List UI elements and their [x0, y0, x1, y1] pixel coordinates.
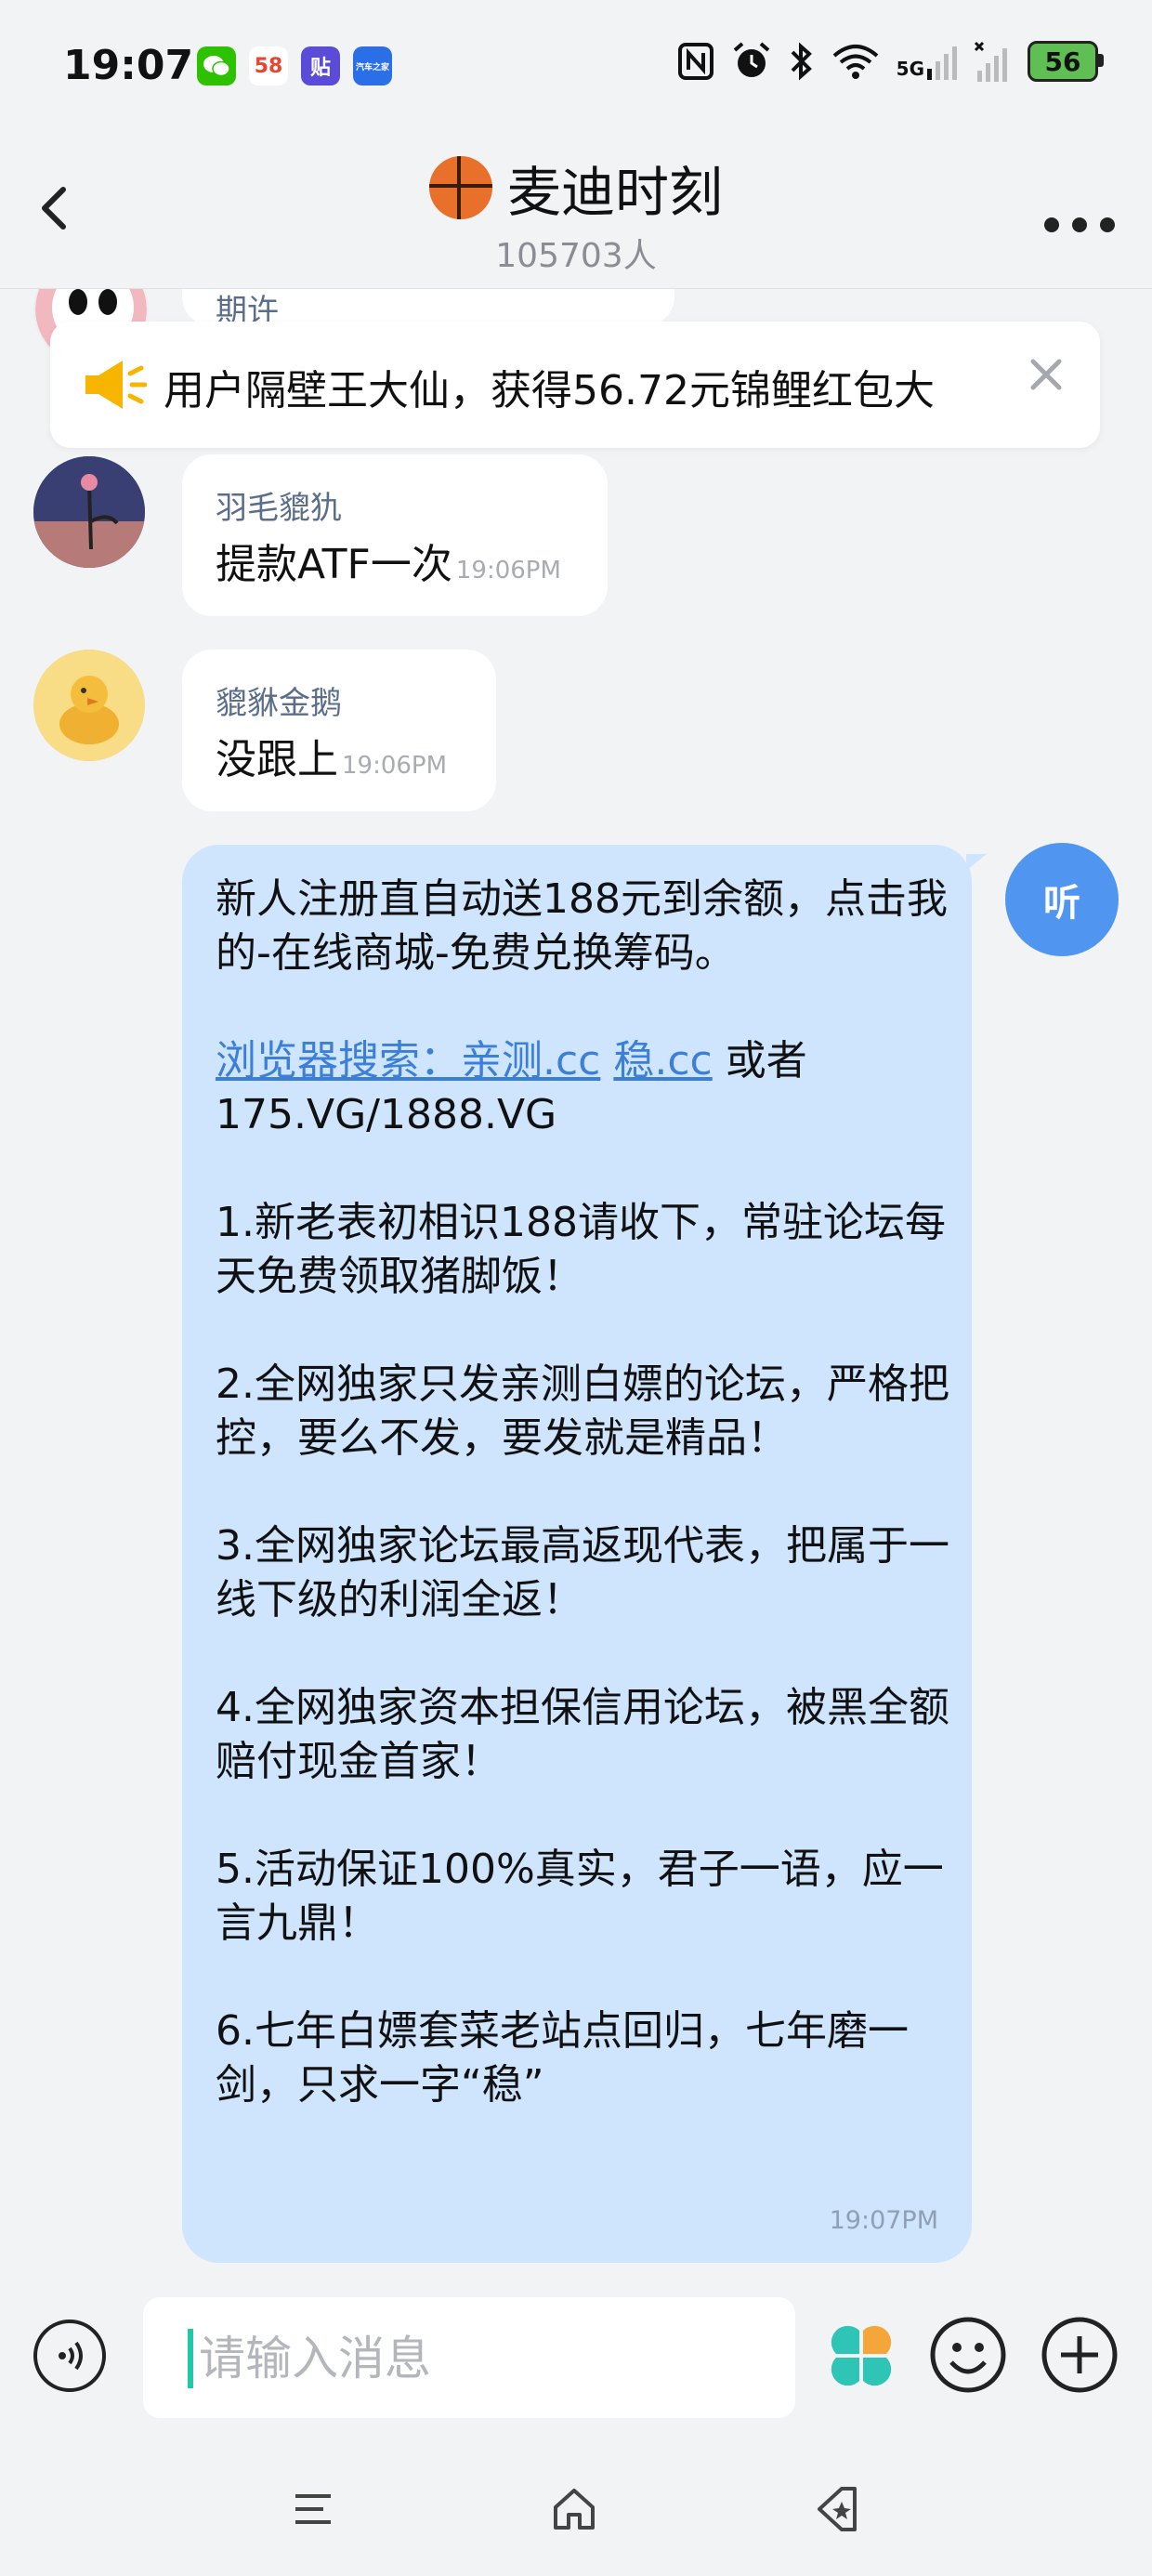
voice-icon [59, 2341, 83, 2371]
basketball-icon [428, 156, 492, 219]
avatar-golden-duck[interactable] [33, 650, 145, 761]
battery-indicator: 56 [1028, 41, 1104, 82]
signal-no-service-icon [974, 41, 1007, 82]
clover-apps-icon [831, 2325, 892, 2386]
plus-icon [1041, 2317, 1118, 2393]
message-input-wrapper[interactable] [143, 2297, 795, 2418]
smiley-icon [930, 2317, 1006, 2393]
text-caret [188, 2329, 193, 2388]
member-count: 105703人 [495, 237, 657, 275]
menu-icon [295, 2494, 331, 2524]
own-message-time: 19:07PM [829, 2206, 938, 2235]
back-star-icon [818, 2487, 857, 2531]
apps-button[interactable] [823, 2318, 899, 2394]
home-icon [554, 2489, 595, 2530]
chat-title: 麦迪时刻 [506, 161, 723, 224]
message-bubble[interactable]: 羽毛貔犰 提款ATF一次 19:06PM [182, 454, 608, 616]
own-message-line: 新人注册直自动送188元到余额，点击我的-在线商城-免费兑换筹码。 [216, 875, 948, 977]
message-text: 没跟上 [216, 736, 338, 783]
chat-header: 麦迪时刻 105703人 [0, 139, 1152, 289]
listen-button[interactable]: 听 [1005, 843, 1119, 956]
nav-menu-button[interactable] [290, 2483, 342, 2535]
nfc-icon [677, 43, 713, 80]
message-time: 19:06PM [455, 557, 561, 585]
own-message-text: 新人注册直自动送188元到余额，点击我的-在线商城-免费兑换筹码。 浏览器搜索：… [216, 873, 949, 2166]
autohome-app-icon: 汽车之家 [353, 46, 392, 85]
emoji-button[interactable] [929, 2316, 1007, 2394]
wifi-icon [832, 45, 878, 79]
own-message-line: 1.新老表初相识188请收下，常驻论坛每天免费领取猪脚饭！ [216, 1199, 946, 1300]
chat-title-area[interactable]: 麦迪时刻 105703人 [0, 149, 1152, 277]
system-navigation-bar [0, 2437, 1152, 2576]
signal-5g-icon: 5G [897, 43, 957, 80]
wechat-icon [197, 46, 236, 85]
own-message-bubble[interactable]: 新人注册直自动送188元到余额，点击我的-在线商城-免费兑换筹码。 浏览器搜索：… [182, 845, 987, 2263]
search-link[interactable]: 浏览器搜索：亲测.cc [216, 1037, 600, 1084]
message-input[interactable] [197, 2316, 758, 2401]
close-icon [1030, 359, 1062, 390]
close-notice-button[interactable] [1026, 348, 1067, 408]
58-app-icon: 58 [249, 46, 288, 85]
nav-home-button[interactable] [548, 2483, 600, 2535]
own-message-line: 6.七年白嫖套菜老站点回归，七年磨一剑，只求一字“稳” [216, 2007, 909, 2109]
own-message-line: 3.全网独家论坛最高返现代表，把属于一线下级的利润全返！ [216, 1522, 949, 1623]
message-list[interactable]: 期许 用户隔壁王大仙，获得56.72元锦鲤红包大 羽毛貔犰 提款ATF一次 19:… [0, 289, 1152, 2278]
message-content: 没跟上 19:06PM [216, 726, 447, 785]
own-message-line: 4.全网独家资本担保信用论坛，被黑全额赔付现金首家！ [216, 1684, 949, 1785]
bluetooth-icon [791, 42, 812, 81]
avatar-flower[interactable] [33, 456, 145, 568]
message-sender: 貔貅金鹅 [216, 685, 342, 722]
message-bubble[interactable]: 貔貅金鹅 没跟上 19:06PM [182, 650, 496, 811]
own-message-links-paragraph: 浏览器搜索：亲测.cc 稳.cc 或者 175.VG/1888.VG [216, 1034, 949, 1142]
message-content: 提款ATF一次 19:06PM [216, 531, 561, 590]
site-link[interactable]: 稳.cc [613, 1037, 712, 1084]
message-input-bar [0, 2279, 1152, 2437]
status-indicators: 5G 56 [677, 41, 1104, 82]
message-bubble[interactable]: 期许 [182, 289, 674, 330]
more-dots-icon [1044, 217, 1115, 232]
status-bar: 19:07 58 贴 汽车之家 5G 56 [0, 0, 1152, 139]
status-time: 19:07 [63, 42, 194, 89]
own-message-line: 5.活动保证100%真实，君子一语，应一言九鼎！ [216, 1846, 944, 1947]
tieba-app-icon: 贴 [301, 46, 340, 85]
megaphone-icon [85, 361, 147, 409]
alarm-icon [733, 42, 769, 77]
signal-5g-label: 5G [896, 58, 924, 80]
nav-back-button[interactable] [810, 2483, 862, 2535]
reward-notice-banner[interactable]: 用户隔壁王大仙，获得56.72元锦鲤红包大 [50, 322, 1100, 448]
own-message-line: 2.全网独家只发亲测白嫖的论坛，严格把控，要么不发，要发就是精品！ [216, 1360, 949, 1462]
notice-text: 用户隔壁王大仙，获得56.72元锦鲤红包大 [164, 367, 935, 414]
more-options-button[interactable] [1041, 195, 1119, 247]
message-time: 19:06PM [342, 752, 448, 780]
message-sender: 羽毛貔犰 [216, 490, 342, 527]
message-text: 提款ATF一次 [216, 541, 452, 588]
voice-input-button[interactable] [33, 2320, 106, 2392]
add-attachment-button[interactable] [1041, 2316, 1119, 2394]
status-app-icons: 58 贴 汽车之家 [197, 46, 392, 85]
